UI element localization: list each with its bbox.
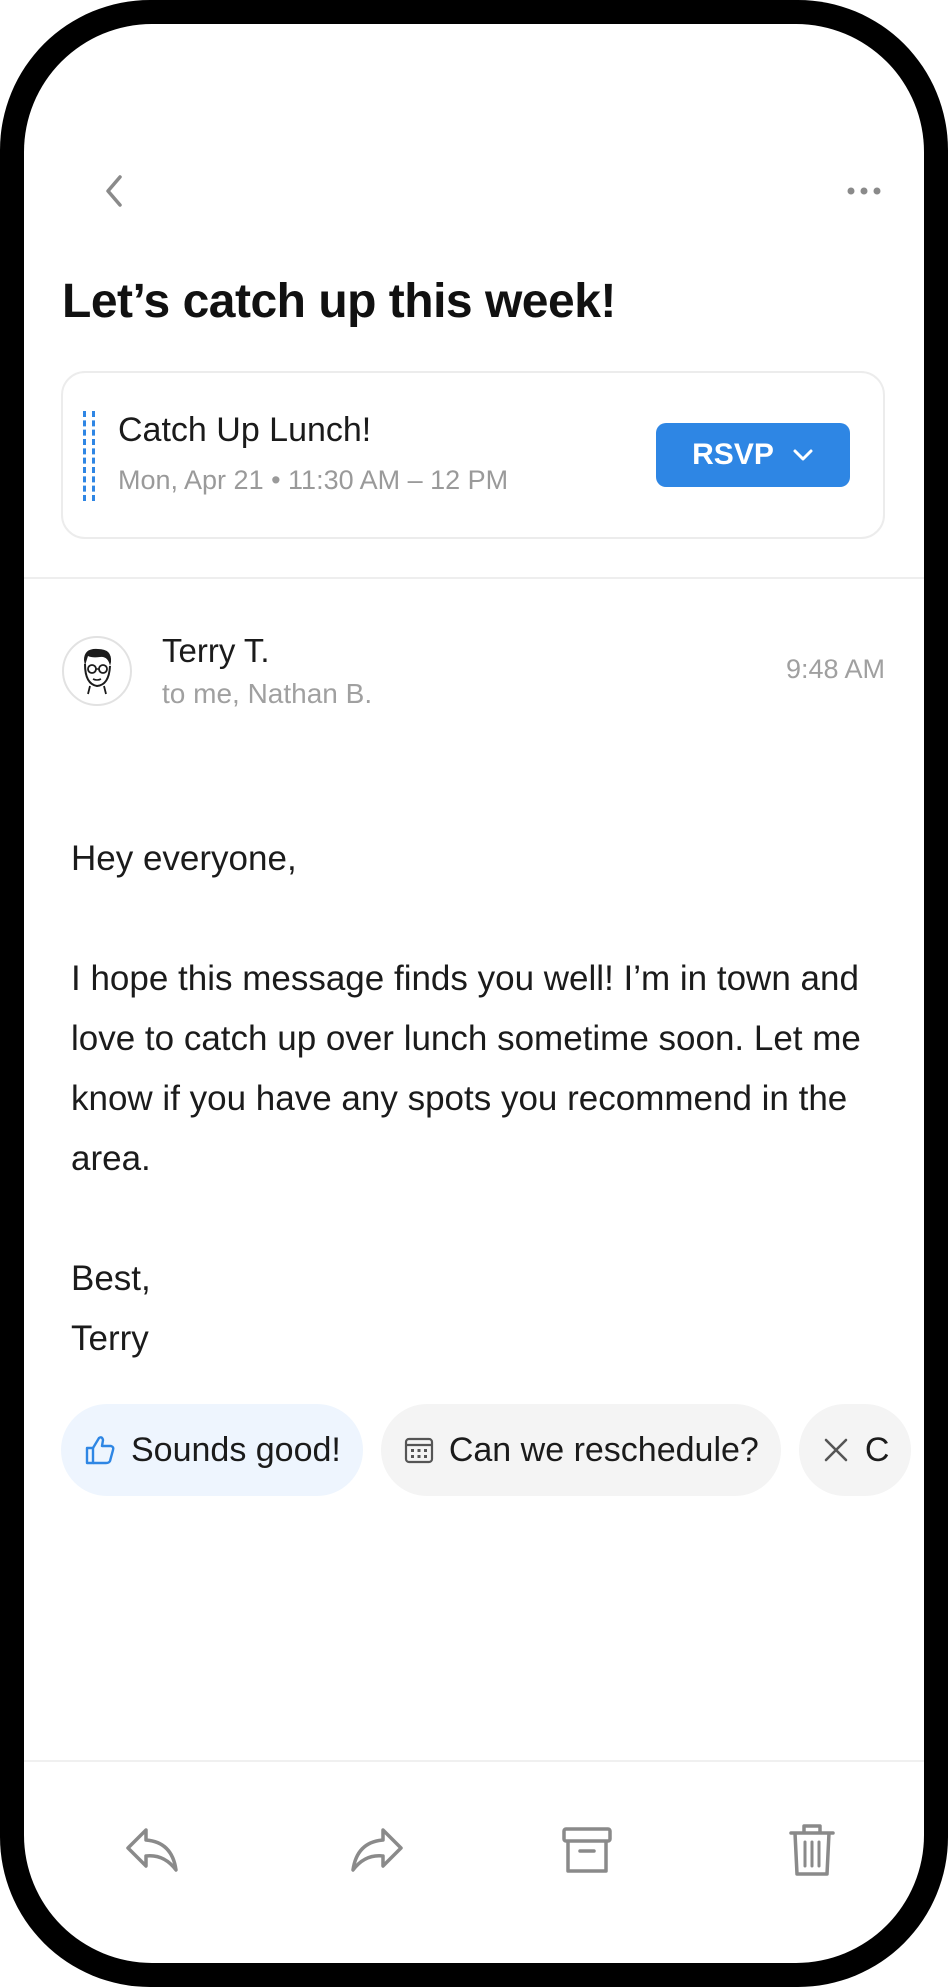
event-accent-bar (83, 411, 95, 501)
rsvp-button[interactable]: RSVP (656, 423, 850, 487)
forward-icon (351, 1828, 403, 1872)
sender-name[interactable]: Terry T. (162, 632, 270, 670)
calendar-icon (404, 1437, 433, 1464)
chevron-left-icon (106, 175, 122, 207)
thumbs-up-icon (85, 1436, 115, 1465)
event-title: Catch Up Lunch! (118, 411, 372, 449)
suggestion-sounds-good[interactable]: Sounds good! (61, 1404, 363, 1496)
recipients[interactable]: to me, Nathan B. (162, 678, 372, 710)
event-datetime: Mon, Apr 21 • 11:30 AM – 12 PM (118, 465, 509, 495)
more-options-button[interactable] (824, 161, 904, 221)
suggestion-label: C (864, 1430, 890, 1469)
email-body: Hey everyone, I hope this message finds … (71, 829, 891, 1369)
toolbar-divider (24, 1760, 924, 1762)
reply-icon (126, 1828, 178, 1872)
suggestion-decline[interactable]: C (798, 1404, 912, 1496)
avatar-illustration (84, 648, 112, 695)
more-horizontal-icon (847, 187, 881, 195)
reply-button[interactable] (112, 1810, 192, 1890)
archive-icon (562, 1827, 612, 1873)
close-icon (824, 1438, 848, 1462)
body-closing: Best, (71, 1259, 151, 1298)
event-card[interactable]: Catch Up Lunch! Mon, Apr 21 • 11:30 AM –… (61, 371, 885, 539)
body-signature: Terry (71, 1319, 149, 1358)
trash-icon (789, 1824, 835, 1876)
device-frame: Let’s catch up this week! Catch Up Lunch… (0, 0, 948, 1987)
suggestion-label: Can we reschedule? (448, 1430, 759, 1469)
body-greeting: Hey everyone, (71, 839, 297, 878)
back-button[interactable] (84, 151, 144, 231)
suggested-replies: Sounds good! Can we reschedule? C (61, 1404, 912, 1496)
forward-button[interactable] (337, 1810, 417, 1890)
delete-button[interactable] (772, 1810, 852, 1890)
email-screen: Let’s catch up this week! Catch Up Lunch… (24, 24, 924, 1963)
chevron-down-icon (793, 449, 813, 461)
rsvp-label: RSVP (692, 438, 774, 471)
archive-button[interactable] (547, 1810, 627, 1890)
divider (24, 577, 924, 579)
suggestion-reschedule[interactable]: Can we reschedule? (380, 1404, 781, 1496)
suggestion-label: Sounds good! (131, 1430, 341, 1469)
email-timestamp: 9:48 AM (785, 654, 885, 684)
sender-avatar[interactable] (62, 636, 132, 706)
body-paragraph: I hope this message finds you well! I’m … (71, 959, 861, 1178)
email-subject: Let’s catch up this week! (62, 275, 616, 328)
